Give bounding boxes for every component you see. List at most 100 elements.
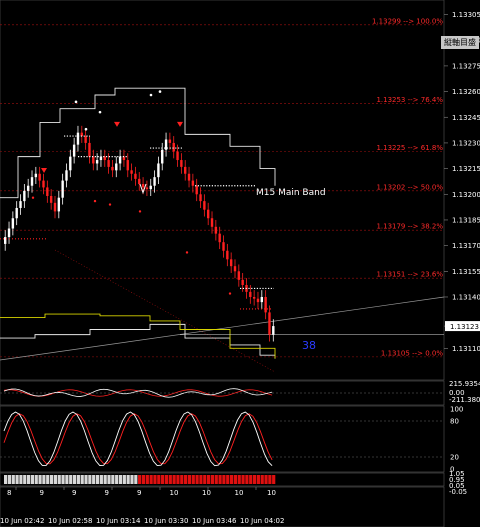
day-label: 10 — [202, 489, 211, 497]
strip-bar — [214, 475, 218, 484]
strip-bar — [122, 475, 126, 484]
fib-label: 1.13253 --> 76.4% — [376, 96, 443, 104]
candle-body — [149, 185, 152, 190]
strip-bar — [268, 475, 272, 484]
candle-body — [134, 173, 137, 179]
fib-label: 1.13225 --> 61.8% — [376, 144, 443, 152]
time-label: 10 Jun 03:14 — [96, 517, 141, 525]
signal-dot — [74, 100, 78, 104]
candle-body — [256, 298, 260, 303]
price-tick-label: 1.13140 — [452, 293, 480, 301]
price-tick-label: 1.13185 — [452, 216, 480, 224]
strip-bar — [95, 475, 100, 484]
candle-body — [272, 326, 275, 335]
fib-label: 1.13105 --> 0.0% — [381, 349, 443, 357]
strip-bar — [199, 475, 203, 484]
fib-label: 1.13151 --> 23.6% — [376, 271, 443, 279]
strip-bar — [222, 475, 226, 484]
candle-body — [145, 187, 149, 190]
signal-dot-red — [93, 199, 97, 203]
candle-body — [214, 226, 218, 234]
candle-body — [76, 132, 80, 145]
candle-body — [237, 271, 241, 280]
strip-bar — [260, 475, 264, 484]
time-label: 10 Jun 03:30 — [144, 517, 188, 525]
candle-body — [210, 218, 214, 227]
candle-body — [187, 173, 191, 181]
signal-dot-red — [185, 251, 189, 254]
strip-bar — [88, 475, 92, 484]
strip-bar — [153, 475, 157, 484]
candle-body — [53, 202, 57, 212]
candle-body — [199, 194, 202, 202]
candle-body — [84, 136, 87, 143]
strip-bar — [80, 475, 84, 484]
candle-body — [130, 170, 133, 174]
strip-bar — [184, 475, 188, 484]
strip-bar — [218, 475, 222, 484]
strip-bar — [30, 475, 35, 484]
band-label: M15 Main Band — [256, 188, 326, 198]
strip-bar — [141, 475, 146, 484]
candle-body — [7, 228, 11, 238]
strip-bar — [103, 475, 107, 484]
chart-window: 1.13299 --> 100.0% 1.13253 --> 76.4% 1.132… — [0, 0, 480, 527]
candle-body — [107, 160, 110, 167]
candle-body — [65, 170, 68, 181]
signal-dot — [84, 127, 88, 131]
candle-body — [172, 142, 175, 152]
strip-bar — [149, 475, 153, 484]
signal-dot — [158, 90, 162, 93]
strip-bar — [249, 475, 253, 484]
candle-body — [226, 250, 229, 260]
candle-body — [161, 149, 164, 164]
candle-body — [69, 156, 72, 171]
candle-body — [153, 177, 156, 186]
candle-body — [46, 187, 49, 196]
candle-body — [168, 139, 172, 143]
candle-body — [42, 180, 45, 188]
candle-body — [157, 163, 160, 178]
chart-canvas[interactable]: 1.13299 --> 100.0% 1.13253 --> 76.4% 1.132… — [0, 0, 480, 527]
candle-body — [23, 190, 26, 202]
strip-bar — [226, 475, 230, 484]
day-label: 10 — [267, 489, 276, 497]
candle-body — [264, 296, 267, 313]
strip-bar — [172, 475, 176, 484]
strip-bar — [241, 475, 245, 484]
strip-bar — [256, 475, 260, 484]
signal-dot — [149, 93, 153, 97]
candle-body — [141, 184, 145, 188]
day-label: 9 — [105, 489, 109, 497]
signal-dot-red — [138, 210, 142, 213]
candle-body — [15, 207, 18, 219]
candle-body — [191, 180, 195, 186]
strip-bar — [161, 475, 165, 484]
candle-body — [260, 296, 264, 303]
strip-bar — [72, 475, 77, 484]
strip-bar — [264, 475, 268, 484]
candle-body — [26, 185, 30, 191]
strip-bar — [65, 475, 69, 484]
price-axis: 1.133051.132901.132751.132601.132451.132… — [444, 11, 480, 353]
day-label: 8 — [7, 489, 11, 497]
candle-body — [49, 195, 53, 203]
candle-body — [38, 173, 41, 181]
strip-bar — [84, 475, 88, 484]
strip-bar — [187, 475, 192, 484]
vertical-axis-scale-button[interactable]: 縦軸目盛 — [441, 36, 479, 49]
candle-body — [233, 266, 237, 272]
price-tick-label: 1.13215 — [452, 165, 480, 173]
candle-body — [138, 178, 141, 185]
price-tick-label: 1.13155 — [452, 268, 480, 276]
strip-bar — [26, 475, 31, 484]
candle-body — [126, 160, 129, 171]
candle-body — [57, 197, 61, 212]
strip-bar — [15, 475, 19, 484]
strip-bar — [42, 475, 46, 484]
strip-bar — [115, 475, 119, 484]
strip-bar — [49, 475, 54, 484]
candle-body — [195, 185, 198, 195]
candle-body — [206, 209, 210, 219]
strip-bar — [111, 475, 115, 484]
